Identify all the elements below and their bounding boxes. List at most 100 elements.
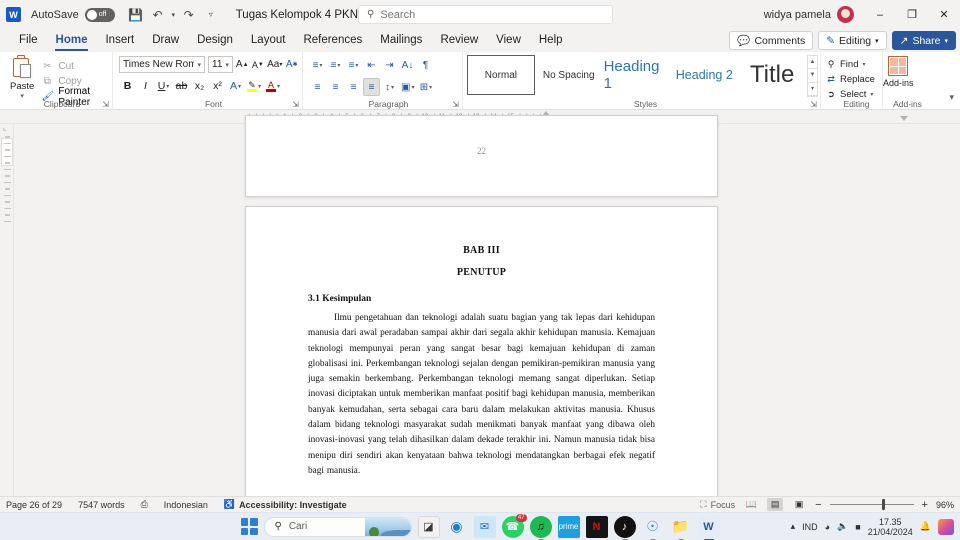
tab-help[interactable]: Help [530,29,572,52]
taskbar-app-google-chrome[interactable]: ☉ [642,516,664,540]
zoom-level[interactable]: 96% [936,500,954,510]
language-indicator[interactable]: Indonesian [164,500,208,510]
vertical-ruler[interactable]: ⌞ [0,124,14,496]
autosave-toggle[interactable]: off [84,7,115,22]
bullets-button[interactable]: ≡ ▾ [309,56,326,74]
close-button[interactable]: ✕ [928,0,960,29]
justify-button[interactable]: ≡ [363,78,380,96]
right-indent-marker[interactable] [900,116,908,121]
editing-mode-button[interactable]: ✎ Editing ▾ [818,31,887,50]
clear-formatting-button[interactable]: A ✱ [285,56,298,73]
superscript-button[interactable]: x² [209,77,226,95]
align-left-button[interactable]: ≡ [309,78,326,96]
tab-mailings[interactable]: Mailings [371,29,431,52]
show-formatting-marks-button[interactable]: ¶ [417,56,434,74]
change-case-button[interactable]: Aa ▾ [267,56,282,73]
comments-button[interactable]: 💬 Comments [729,31,814,50]
document-content[interactable]: BAB III PENUTUP 3.1 Kesimpulan Ilmu peng… [246,207,717,479]
style-heading-1[interactable]: Heading 1 [602,55,671,95]
collapse-ribbon-chevron-up-icon[interactable]: ▾ [949,92,954,103]
print-layout-icon[interactable]: ▤ [767,498,784,511]
copilot-icon[interactable] [938,518,954,535]
focus-button[interactable]: ⛶ Focus [700,499,735,510]
taskbar-app-folder[interactable]: 📁 [670,516,692,540]
wifi-icon[interactable]: ◕ [825,522,830,532]
tab-review[interactable]: Review [431,29,487,52]
find-button[interactable]: ⚲ Find ▾ [826,57,880,72]
paragraph-dialog-launcher-icon[interactable]: ⇲ [452,100,459,109]
customize-quick-access-icon[interactable]: ▿ [200,4,222,26]
undo-icon[interactable]: ↶ [147,4,169,26]
taskbar-app-tiktok[interactable]: ♪ [613,515,636,540]
styles-gallery-scrollbar[interactable]: ▲ ▼ ▾ [806,55,819,97]
tab-view[interactable]: View [487,29,530,52]
text-highlight-button[interactable]: ✎ ▾ [245,77,263,95]
undo-dropdown-chevron-down-icon[interactable]: ▾ [169,4,178,26]
avatar[interactable] [837,6,854,23]
borders-button[interactable]: ⊞ ▾ [417,78,434,96]
styles-scroll-down-icon[interactable]: ▼ [807,69,818,83]
subscript-button[interactable]: x₂ [191,77,208,95]
restore-button[interactable]: ❐ [896,0,928,29]
read-mode-icon[interactable]: 📖 [743,498,759,511]
italic-button[interactable]: I [137,77,154,95]
style-no-spacing[interactable]: No Spacing [534,55,603,95]
decrease-indent-button[interactable]: ⇤ [363,56,380,74]
tab-selector-icon[interactable]: ⌞ [0,124,13,132]
style-title[interactable]: Title [738,55,806,95]
bold-button[interactable]: B [119,77,136,95]
proofing-icon[interactable]: ⎙ [141,499,148,510]
search-box[interactable]: ⚲ [358,5,613,24]
shrink-font-button[interactable]: A ▼ [252,56,265,73]
chevron-up-icon[interactable]: ▴ [791,521,796,532]
strikethrough-button[interactable]: ab [173,77,190,95]
tab-insert[interactable]: Insert [96,29,143,52]
taskbar-app-prime-video[interactable]: prime [557,515,580,538]
accessibility-status[interactable]: ♿ Accessibility: Investigate [224,499,347,510]
taskbar-app-microsoft-edge[interactable]: ◉ [446,516,468,538]
numbering-button[interactable]: ≡ ▾ [327,56,344,74]
underline-button[interactable]: U ▾ [155,77,172,95]
zoom-slider[interactable] [829,499,914,511]
taskbar-app-spotify[interactable]: ♫ [529,515,552,540]
zoom-out-button[interactable]: − [815,499,821,511]
grow-font-button[interactable]: A ▲ [236,56,249,73]
tab-references[interactable]: References [294,29,371,52]
increase-indent-button[interactable]: ⇥ [381,56,398,74]
taskbar-search-box[interactable]: ⚲ Cari [263,516,412,537]
tab-layout[interactable]: Layout [242,29,295,52]
taskbar-app-whatsapp[interactable]: ☎ 47 [501,513,527,538]
tab-design[interactable]: Design [188,29,242,52]
windows-start-icon[interactable] [240,518,258,535]
clock[interactable]: 17.35 21/04/2024 [868,517,913,537]
text-effects-button[interactable]: A ▾ [227,77,244,95]
taskbar-app-microsoft-word[interactable]: W [697,515,720,540]
align-center-button[interactable]: ≡ [327,78,344,96]
zoom-slider-thumb[interactable] [881,499,885,510]
sort-button[interactable]: A↓ [399,56,416,74]
zoom-in-button[interactable]: + [922,499,928,511]
style-heading-2[interactable]: Heading 2 [670,55,739,95]
word-count[interactable]: 7547 words [78,500,125,510]
language-indicator[interactable]: IND [802,522,818,532]
replace-button[interactable]: ⇄ Replace [826,72,880,87]
font-family-combobox[interactable]: Times New Roman ▾ [119,56,205,73]
battery-icon[interactable]: ■ [855,522,860,532]
cut-button[interactable]: ✂ Cut [38,59,108,74]
minimize-button[interactable]: – [864,0,896,29]
font-color-button[interactable]: A ▾ [264,77,282,95]
tab-home[interactable]: Home [47,29,97,52]
share-button[interactable]: ↗ Share ▾ [891,31,956,50]
line-spacing-button[interactable]: ↕ ▾ [381,78,398,96]
page-indicator[interactable]: Page 26 of 29 [6,500,62,510]
multilevel-list-button[interactable]: ≡ ▾ [345,56,362,74]
taskbar-app-file-explorer[interactable]: ◪ [417,515,440,538]
font-dialog-launcher-icon[interactable]: ⇲ [292,100,299,109]
tab-draw[interactable]: Draw [143,29,188,52]
taskbar-app-mail[interactable]: ✉ [473,515,496,538]
styles-scroll-up-icon[interactable]: ▲ [807,56,818,70]
font-size-combobox[interactable]: 11 ▾ [208,56,233,73]
redo-icon[interactable]: ↷ [178,4,200,26]
document-title[interactable]: Tugas Kelompok 4 PKN [236,9,358,21]
bell-icon[interactable]: 🔔 [920,521,931,532]
